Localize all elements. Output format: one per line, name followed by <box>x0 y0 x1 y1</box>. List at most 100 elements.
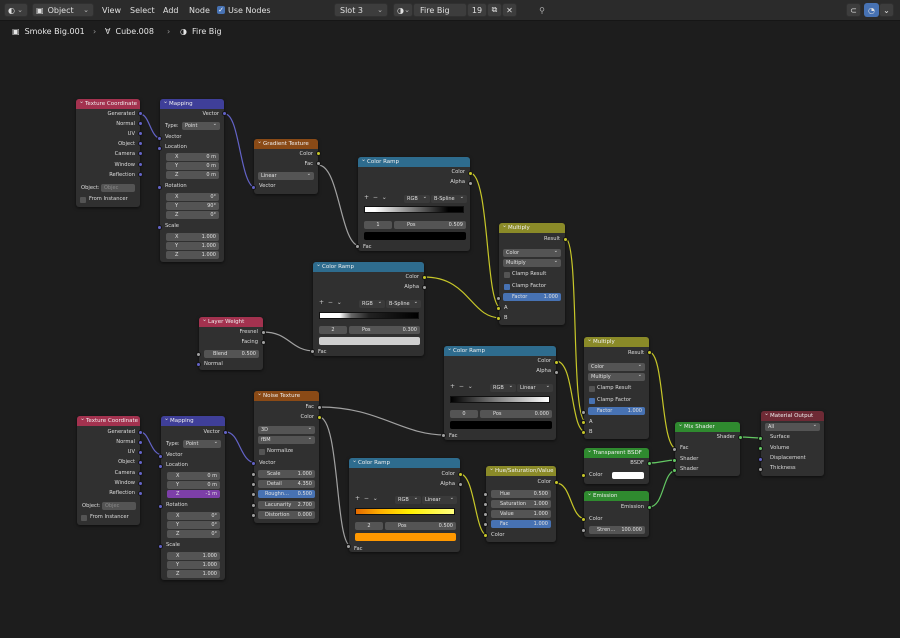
factor-field[interactable]: Factor 1.000 <box>588 407 645 415</box>
ramp-index-field[interactable]: 0 <box>450 410 478 418</box>
ramp-stop-color[interactable] <box>450 421 552 429</box>
socket-window[interactable] <box>138 162 143 167</box>
socket-fac[interactable] <box>355 244 360 249</box>
lacunarity-field[interactable]: Lacunarity 2.700 <box>258 501 315 509</box>
socket-distortion[interactable] <box>251 513 256 518</box>
target-select[interactable]: All <box>765 423 820 431</box>
color-swatch[interactable] <box>612 472 644 479</box>
ramp-pos-field[interactable]: Pos 0.300 <box>349 326 420 334</box>
ramp-add-remove[interactable]: + − ⌄ <box>450 383 473 391</box>
socket-scale[interactable] <box>158 544 163 549</box>
ramp-index-field[interactable]: 2 <box>355 522 383 530</box>
scale-y-field[interactable]: Y 1.000 <box>167 561 220 569</box>
value-field[interactable]: Value 1.000 <box>491 510 551 518</box>
color-ramp-node[interactable]: Color Ramp Color Alpha + − ⌄ RGB B-Splin… <box>355 157 473 251</box>
rotation-z-field[interactable]: Z 0° <box>166 211 219 219</box>
socket-color[interactable] <box>458 472 463 477</box>
ramp-interp-select[interactable]: B-Spline <box>431 195 467 203</box>
object-field[interactable]: Objec <box>102 502 136 510</box>
socket-color-in[interactable] <box>483 533 488 538</box>
scale-y-field[interactable]: Y 1.000 <box>166 242 219 250</box>
socket-fac[interactable] <box>317 405 322 410</box>
socket-fac[interactable] <box>310 349 315 354</box>
socket-facing[interactable] <box>261 340 266 345</box>
socket-color[interactable] <box>581 473 586 478</box>
socket-result[interactable] <box>647 350 652 355</box>
socket-saturation[interactable] <box>483 502 488 507</box>
scale-z-field[interactable]: Z 1.000 <box>167 570 220 578</box>
rotation-x-field[interactable]: X 0° <box>166 193 219 201</box>
socket-location[interactable] <box>158 464 163 469</box>
ramp-interp-select[interactable]: B-Spline <box>386 300 421 308</box>
ramp-index-field[interactable]: 2 <box>319 326 347 334</box>
socket-shader-1[interactable] <box>672 458 677 463</box>
socket-shader-out[interactable] <box>738 435 743 440</box>
texture-coordinate-node[interactable]: Texture Coordinate Generated Normal UV O… <box>77 416 143 525</box>
socket-alpha[interactable] <box>458 482 463 487</box>
location-y-field[interactable]: Y0 m <box>166 162 219 170</box>
socket-normal[interactable] <box>138 121 143 126</box>
ramp-stop-color[interactable] <box>364 232 466 240</box>
factor-field[interactable]: Factor 1.000 <box>503 293 561 301</box>
scale-x-field[interactable]: X 1.000 <box>166 233 219 241</box>
socket-alpha[interactable] <box>468 181 473 186</box>
socket-a[interactable] <box>581 420 586 425</box>
socket-fac[interactable] <box>346 544 351 549</box>
socket-color[interactable] <box>581 517 586 522</box>
socket-detail[interactable] <box>251 482 256 487</box>
socket-value[interactable] <box>483 512 488 517</box>
socket-thickness[interactable] <box>758 467 763 472</box>
socket-result[interactable] <box>563 237 568 242</box>
socket-surface[interactable] <box>758 436 763 441</box>
socket-fac[interactable] <box>316 161 321 166</box>
socket-object[interactable] <box>138 141 143 146</box>
rotation-y-field[interactable]: Y 0° <box>167 521 220 529</box>
scale-x-field[interactable]: X 1.000 <box>167 552 220 560</box>
location-y-field[interactable]: Y0 m <box>167 481 220 489</box>
socket-volume[interactable] <box>758 446 763 451</box>
socket-bsdf[interactable] <box>647 461 652 466</box>
socket-normal[interactable] <box>196 362 201 367</box>
location-z-field[interactable]: Z -1 m <box>167 490 220 498</box>
texture-coordinate-node[interactable]: Texture Coordinate Generated Normal UV O… <box>76 99 143 207</box>
color-ramp-node[interactable]: Color Ramp Color Alpha + − ⌄ RGB Linear … <box>441 346 559 440</box>
hue-saturation-value-node[interactable]: Hue/Saturation/Value Color Hue0.500 Satu… <box>483 466 559 542</box>
rotation-x-field[interactable]: X 0° <box>167 512 220 520</box>
material-output-node[interactable]: Material Output All Surface Volume Displ… <box>758 411 824 476</box>
clamp-factor-checkbox[interactable] <box>504 284 510 290</box>
scale-z-field[interactable]: Z 1.000 <box>166 251 219 259</box>
layer-weight-node[interactable]: Layer Weight Fresnel Facing Blend0.500 N… <box>196 317 266 370</box>
blend-op-select[interactable]: Multiply <box>503 259 561 267</box>
socket-roughness[interactable] <box>251 492 256 497</box>
socket-rotation[interactable] <box>157 185 162 190</box>
location-x-field[interactable]: X0 m <box>166 153 219 161</box>
socket-camera[interactable] <box>138 151 143 156</box>
noise-texture-node[interactable]: Noise Texture Fac Color 3D fBM Normalize… <box>251 391 322 523</box>
mapping-node[interactable]: Mapping Vector Type: Point Vector Locati… <box>157 99 227 262</box>
socket-vector-out[interactable] <box>222 111 227 116</box>
gradient-texture-node[interactable]: Gradient Texture Color Fac Linear Vector <box>251 139 321 194</box>
ramp-pos-field[interactable]: Pos 0.509 <box>394 221 466 229</box>
socket-color[interactable] <box>468 171 473 176</box>
gradient-type-select[interactable]: Linear <box>258 172 314 180</box>
socket-generated[interactable] <box>138 430 143 435</box>
data-type-select[interactable]: Color <box>588 363 645 371</box>
socket-lacunarity[interactable] <box>251 503 256 508</box>
hue-field[interactable]: Hue 0.500 <box>491 490 551 498</box>
noise-type-select[interactable]: fBM <box>258 436 315 444</box>
socket-fac[interactable] <box>672 447 677 452</box>
ramp-stop-color[interactable] <box>319 337 420 345</box>
ramp-add-remove[interactable]: + − ⌄ <box>364 194 387 202</box>
rotation-y-field[interactable]: Y 90° <box>166 202 219 210</box>
clamp-factor-checkbox[interactable] <box>589 398 595 404</box>
socket-b[interactable] <box>496 316 501 321</box>
mix-shader-node[interactable]: Mix Shader Shader Fac Shader Shader <box>672 422 743 476</box>
object-field[interactable]: Objec <box>101 184 135 192</box>
socket-a[interactable] <box>496 306 501 311</box>
socket-color-out[interactable] <box>554 480 559 485</box>
socket-alpha[interactable] <box>554 370 559 375</box>
ramp-interp-select[interactable]: Linear <box>422 496 457 504</box>
socket-blend[interactable] <box>196 352 201 357</box>
ramp-add-remove[interactable]: + − ⌄ <box>355 495 378 503</box>
location-z-field[interactable]: Z0 m <box>166 171 219 179</box>
